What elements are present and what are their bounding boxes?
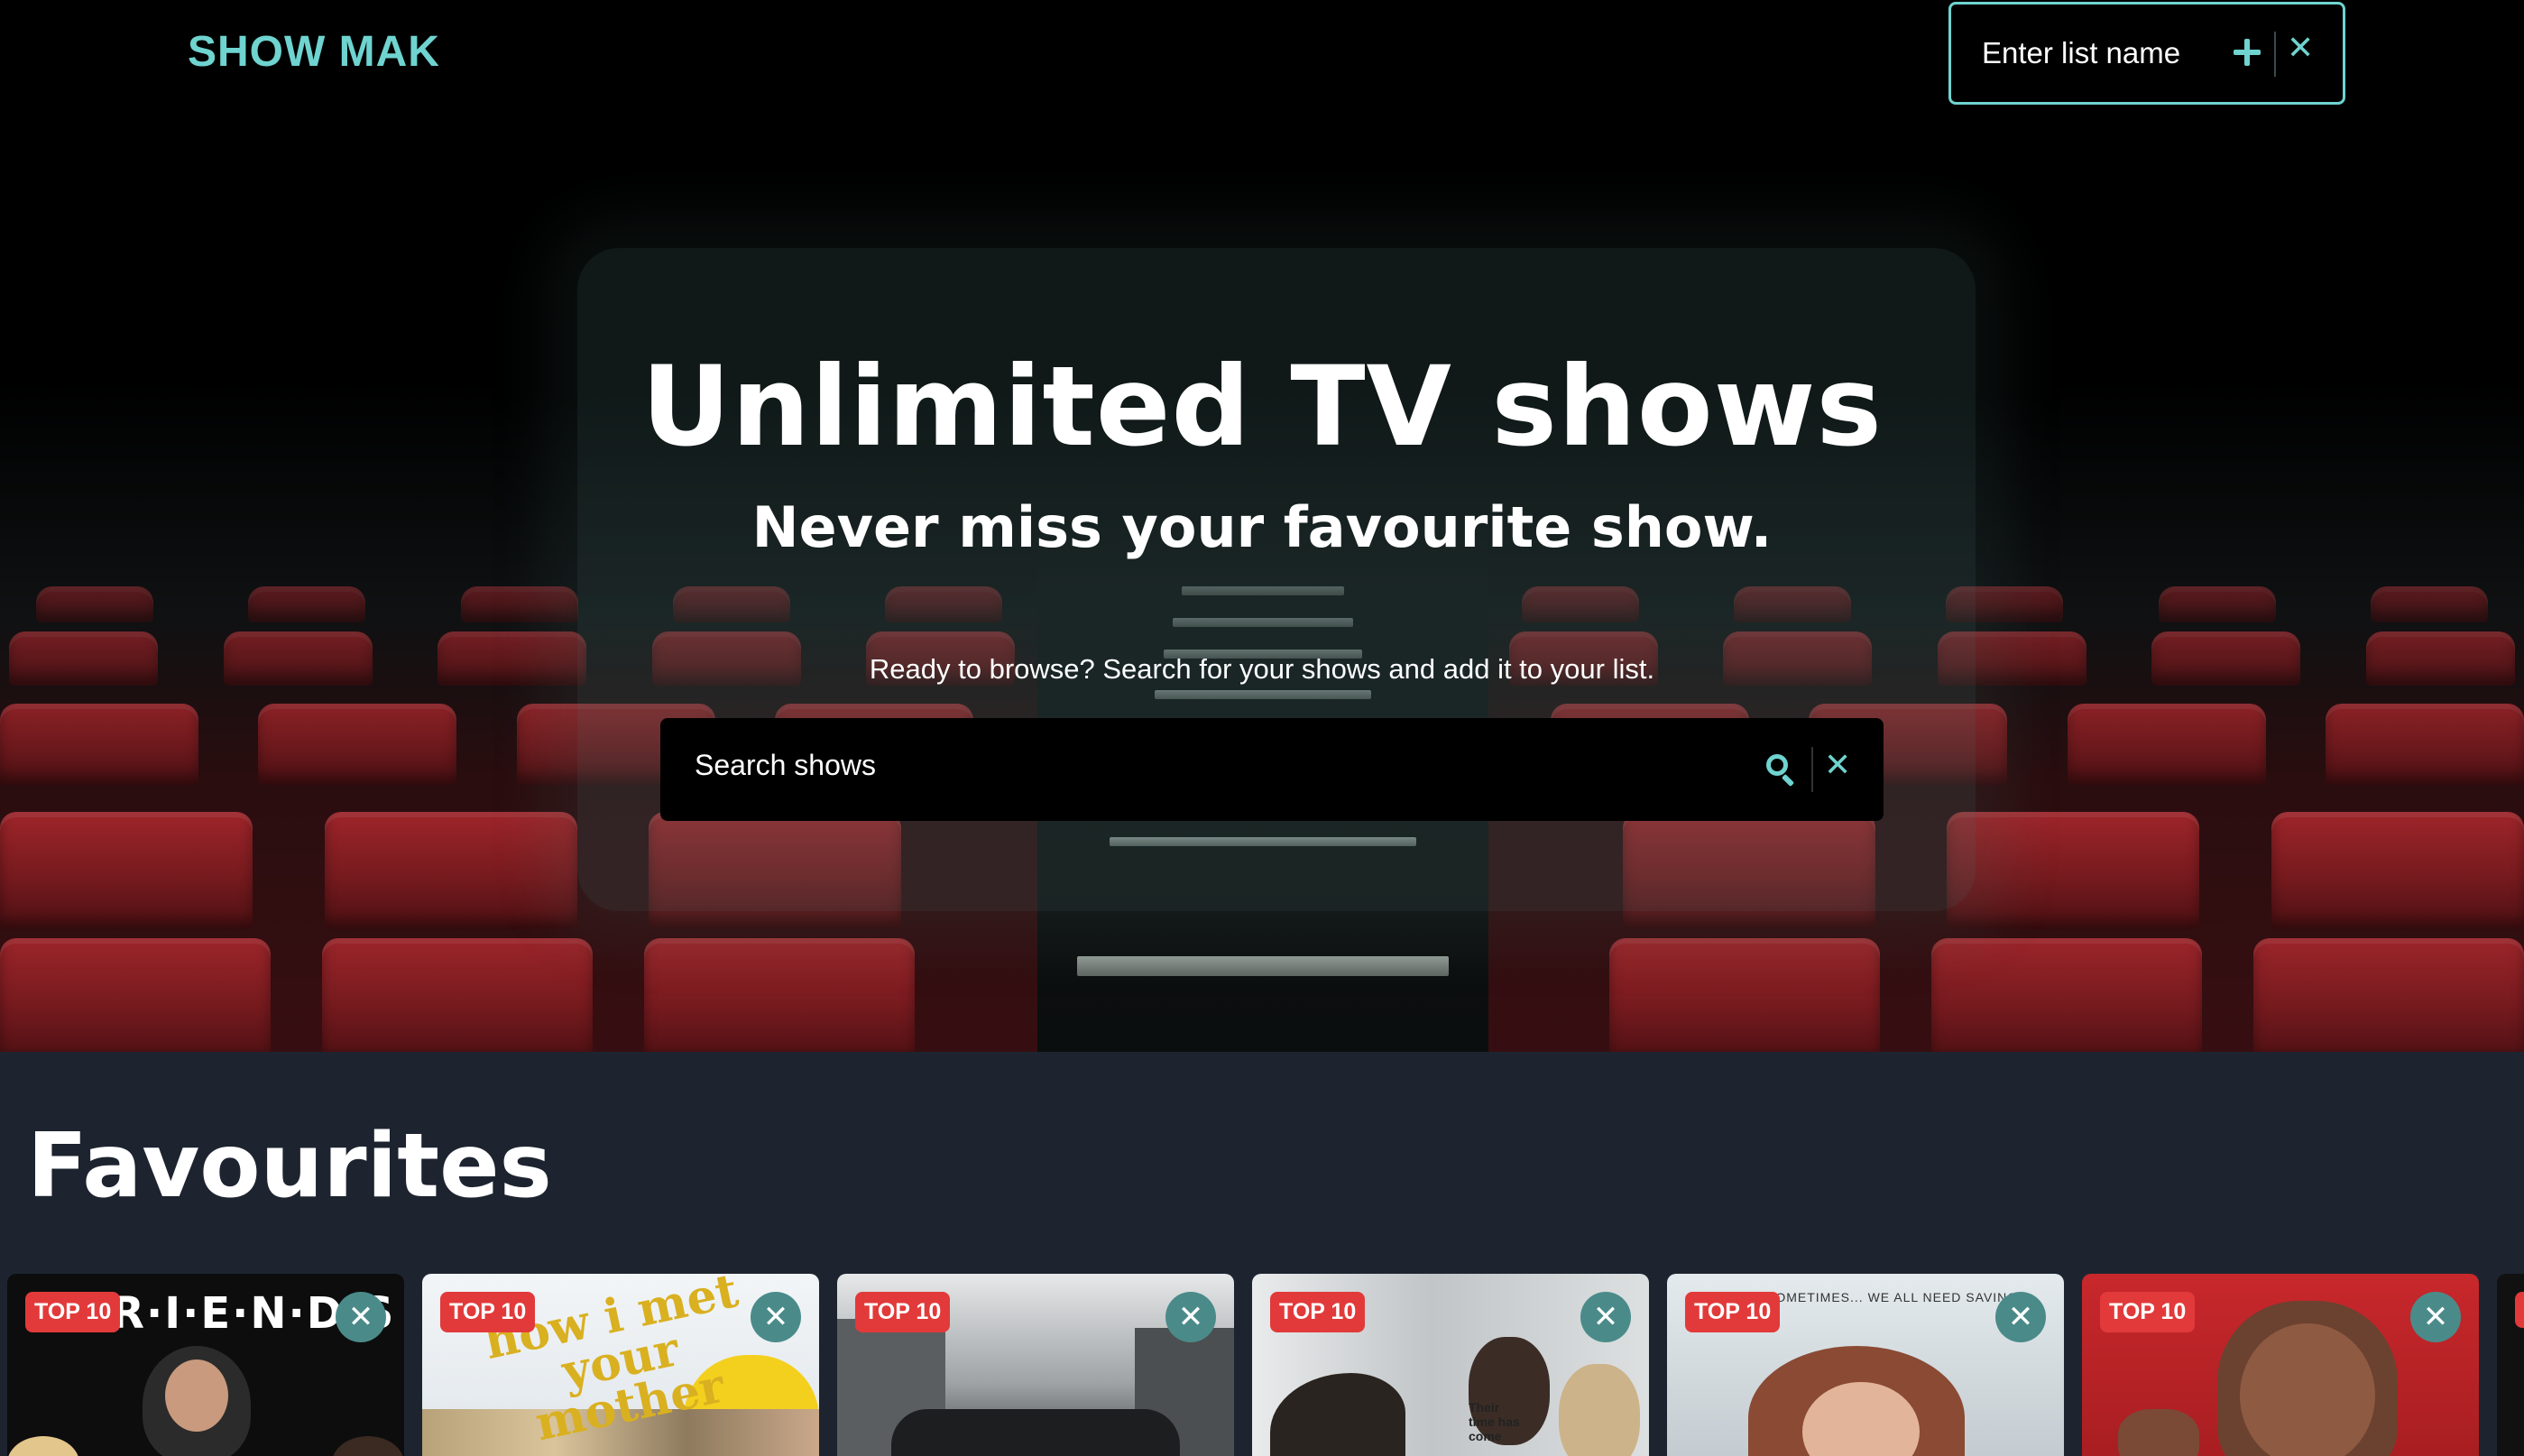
close-icon[interactable]: ✕: [751, 1292, 801, 1342]
show-card[interactable]: TOP 10 ✕: [837, 1274, 1234, 1456]
brand-logo[interactable]: SHOW MAK: [188, 27, 440, 77]
hero-subheadline: Never miss your favourite show.: [751, 494, 1773, 560]
divider: [1811, 747, 1813, 792]
search-icon[interactable]: [1764, 752, 1797, 788]
search-bar: ✕: [660, 718, 1884, 821]
list-name-input[interactable]: [1982, 36, 2216, 70]
close-icon[interactable]: ✕: [2410, 1292, 2461, 1342]
show-card[interactable]: SOMETIMES... WE ALL NEED SAVING TOP 10 ✕: [1667, 1274, 2064, 1456]
show-card[interactable]: TOP 10 ✕: [2082, 1274, 2479, 1456]
close-icon[interactable]: ✕: [1824, 749, 1851, 781]
list-name-box: ✕: [1948, 2, 2345, 105]
top10-badge: TOP 10: [855, 1292, 951, 1332]
show-card[interactable]: how i met your mother TOP 10 ✕: [422, 1274, 819, 1456]
top10-badge: TOP 10: [440, 1292, 536, 1332]
close-icon[interactable]: ✕: [1995, 1292, 2046, 1342]
top10-badge: TOP 10: [1270, 1292, 1366, 1332]
hero-prompt: Ready to browse? Search for your shows a…: [869, 653, 1655, 685]
show-card[interactable]: [2497, 1274, 2524, 1456]
favourites-title: Favourites: [27, 1115, 552, 1218]
plus-icon[interactable]: [2232, 37, 2262, 68]
close-icon[interactable]: ✕: [1580, 1292, 1631, 1342]
search-input[interactable]: [695, 749, 1687, 782]
close-icon[interactable]: ✕: [2287, 32, 2314, 64]
poster-tagline: Their time has come: [1469, 1400, 1520, 1443]
close-icon[interactable]: ✕: [336, 1292, 386, 1342]
show-card[interactable]: F·R·I·E·N·D·S TOP 10 ✕: [7, 1274, 404, 1456]
divider: [2274, 32, 2276, 77]
poster-tagline: SOMETIMES... WE ALL NEED SAVING: [1766, 1290, 2019, 1304]
top10-badge: TOP 10: [25, 1292, 121, 1332]
favourites-row: F·R·I·E·N·D·S TOP 10 ✕ how i met your mo…: [7, 1274, 2524, 1456]
close-icon[interactable]: ✕: [1165, 1292, 1216, 1342]
top10-badge: TOP 10: [1685, 1292, 1781, 1332]
show-card[interactable]: Their time has come TOP 10 ✕: [1252, 1274, 1649, 1456]
hero-headline: Unlimited TV shows: [640, 343, 1884, 471]
top10-badge: TOP 10: [2100, 1292, 2196, 1332]
